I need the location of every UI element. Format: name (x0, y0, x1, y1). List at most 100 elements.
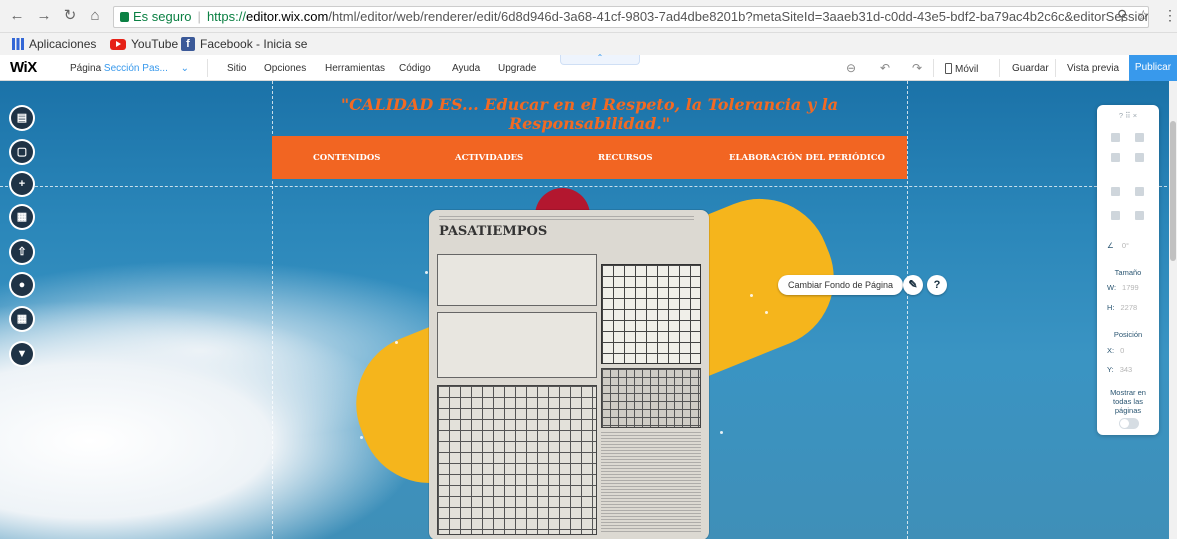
calendar-icon[interactable]: ▦ (11, 308, 33, 330)
mobile-icon (945, 63, 952, 74)
background-icon[interactable]: ▢ (11, 141, 33, 163)
newspaper-photo[interactable]: PASATIEMPOS (429, 210, 709, 539)
site-motto[interactable]: "CALIDAD ES... Educar en el Respeto, la … (272, 95, 907, 133)
apps-grid-icon (12, 38, 24, 50)
divider (933, 59, 934, 77)
layout-guide (907, 81, 908, 539)
height-field[interactable]: H: 2278 (1107, 303, 1137, 312)
pen-icon[interactable]: ▼ (11, 343, 33, 365)
x-field[interactable]: X: 0 (1107, 346, 1124, 355)
align-icon[interactable] (1135, 187, 1144, 196)
rotation-value: 0° (1121, 241, 1129, 250)
snow-particle (425, 271, 428, 274)
back-arrow-icon[interactable]: ← (8, 7, 26, 25)
newspaper-text (601, 432, 701, 532)
snow-particle (765, 311, 768, 314)
snow-particle (360, 436, 363, 439)
y-key: Y: (1107, 365, 1114, 374)
newspaper-comic (437, 254, 597, 306)
scrollbar[interactable] (1169, 81, 1177, 539)
duplicate-icon[interactable] (1111, 153, 1120, 162)
forward-arrow-icon[interactable]: → (35, 7, 53, 25)
apps-icon[interactable]: ▦ (11, 206, 33, 228)
mobile-label: Móvil (955, 64, 979, 75)
menu-herramientas[interactable]: Herramientas (325, 63, 385, 74)
upload-icon[interactable]: ⇧ (11, 241, 33, 263)
change-background-button[interactable]: Cambiar Fondo de Página (778, 275, 904, 295)
publish-button[interactable]: Publicar (1129, 55, 1177, 81)
mobile-view-button[interactable]: Móvil (945, 63, 978, 75)
menu-ayuda[interactable]: Ayuda (452, 63, 480, 74)
home-icon[interactable]: ⌂ (86, 7, 104, 25)
reload-icon[interactable]: ↻ (61, 7, 79, 25)
copy-icon[interactable] (1111, 133, 1120, 142)
bookmark-apps[interactable]: Aplicaciones (12, 33, 96, 55)
add-icon[interactable]: + (11, 173, 33, 195)
menu-sitio[interactable]: Sitio (227, 63, 246, 74)
site-nav-item[interactable]: ACTIVIDADES (455, 153, 523, 163)
scrollbar-thumb[interactable] (1170, 121, 1176, 261)
collapse-toolbar-tab[interactable]: ⌃ (560, 54, 640, 65)
menu-codigo[interactable]: Código (399, 63, 431, 74)
preview-button[interactable]: Vista previa (1067, 63, 1119, 74)
bookmark-youtube[interactable]: YouTube (110, 33, 178, 55)
rotation-field[interactable]: ∠ 0° (1107, 241, 1129, 250)
newspaper-text (439, 216, 694, 222)
show-all-pages-label: Mostrar en todas las páginas (1110, 388, 1146, 415)
layout-guide (0, 186, 1177, 187)
distribute-icon[interactable] (1111, 211, 1120, 220)
inspector-panel: ? ⠿ × ∠ 0° Tamaño W: 1799 H: 2278 Posición… (1097, 105, 1159, 435)
width-field[interactable]: W: 1799 (1107, 283, 1139, 292)
snow-particle (750, 294, 753, 297)
pencil-icon[interactable]: ✎ (903, 275, 923, 295)
inspector-controls[interactable]: ? ⠿ × (1097, 111, 1159, 120)
redo-icon[interactable]: ↷ (912, 61, 922, 75)
width-value: 1799 (1122, 283, 1139, 292)
x-key: X: (1107, 346, 1115, 355)
y-field[interactable]: Y: 343 (1107, 365, 1132, 374)
menu-opciones[interactable]: Opciones (264, 63, 306, 74)
newspaper-comic (437, 312, 597, 378)
paste-icon[interactable] (1135, 133, 1144, 142)
menu-upgrade[interactable]: Upgrade (498, 63, 536, 74)
site-nav-item[interactable]: CONTENIDOS (313, 153, 380, 163)
menu-dots-icon[interactable]: ⋮ (1163, 7, 1177, 24)
address-bar[interactable]: Es seguro | https://editor.wix.com/html/ed… (113, 6, 1149, 28)
divider (1055, 59, 1056, 77)
youtube-icon (110, 38, 126, 50)
y-value: 343 (1119, 365, 1133, 374)
url-path: /html/editor/web/renderer/edit/6d8d946d-… (328, 9, 1149, 24)
snow-particle (395, 341, 398, 344)
zoom-icon[interactable]: ⚲ (1117, 7, 1127, 24)
site-nav-item[interactable]: ELABORACIÓN DEL PERIÓDICO (729, 153, 885, 163)
help-icon[interactable]: ? (927, 275, 947, 295)
bookmark-facebook[interactable]: f Facebook - Inicia se (181, 33, 307, 55)
editor-canvas[interactable]: "CALIDAD ES... Educar en el Respeto, la … (0, 81, 1177, 539)
star-icon[interactable]: ☆ (1137, 7, 1150, 24)
arrange-icon[interactable] (1111, 187, 1120, 196)
snow-particle (720, 431, 723, 434)
zoom-out-icon[interactable]: ⊖ (846, 61, 856, 75)
pages-menu-icon[interactable]: ▤ (11, 107, 33, 129)
facebook-icon: f (181, 37, 195, 51)
rotation-icon: ∠ (1107, 241, 1114, 250)
divider (999, 59, 1000, 77)
save-button[interactable]: Guardar (1012, 63, 1049, 74)
trash-icon[interactable] (1135, 153, 1144, 162)
show-all-pages-toggle[interactable] (1119, 418, 1139, 429)
sudoku-grid (601, 264, 701, 364)
chat-icon[interactable]: ● (11, 274, 33, 296)
wordsearch-grid (437, 385, 597, 535)
undo-icon[interactable]: ↶ (880, 61, 890, 75)
wix-logo: WiX (10, 59, 37, 76)
position-label: Posición (1113, 330, 1143, 339)
site-nav-menu[interactable]: CONTENIDOS ACTIVIDADES RECURSOS ELABORAC… (272, 136, 907, 179)
match-size-icon[interactable] (1135, 211, 1144, 220)
site-nav-item[interactable]: RECURSOS (598, 153, 652, 163)
lock-icon (120, 12, 129, 22)
page-selector[interactable]: Página Sección Pas... ⌄ (70, 63, 189, 74)
chevron-down-icon: ⌄ (180, 63, 190, 74)
divider (207, 59, 208, 77)
bookmarks-bar: Aplicaciones YouTube f Facebook - Inicia… (0, 33, 1177, 55)
width-key: W: (1107, 283, 1117, 292)
